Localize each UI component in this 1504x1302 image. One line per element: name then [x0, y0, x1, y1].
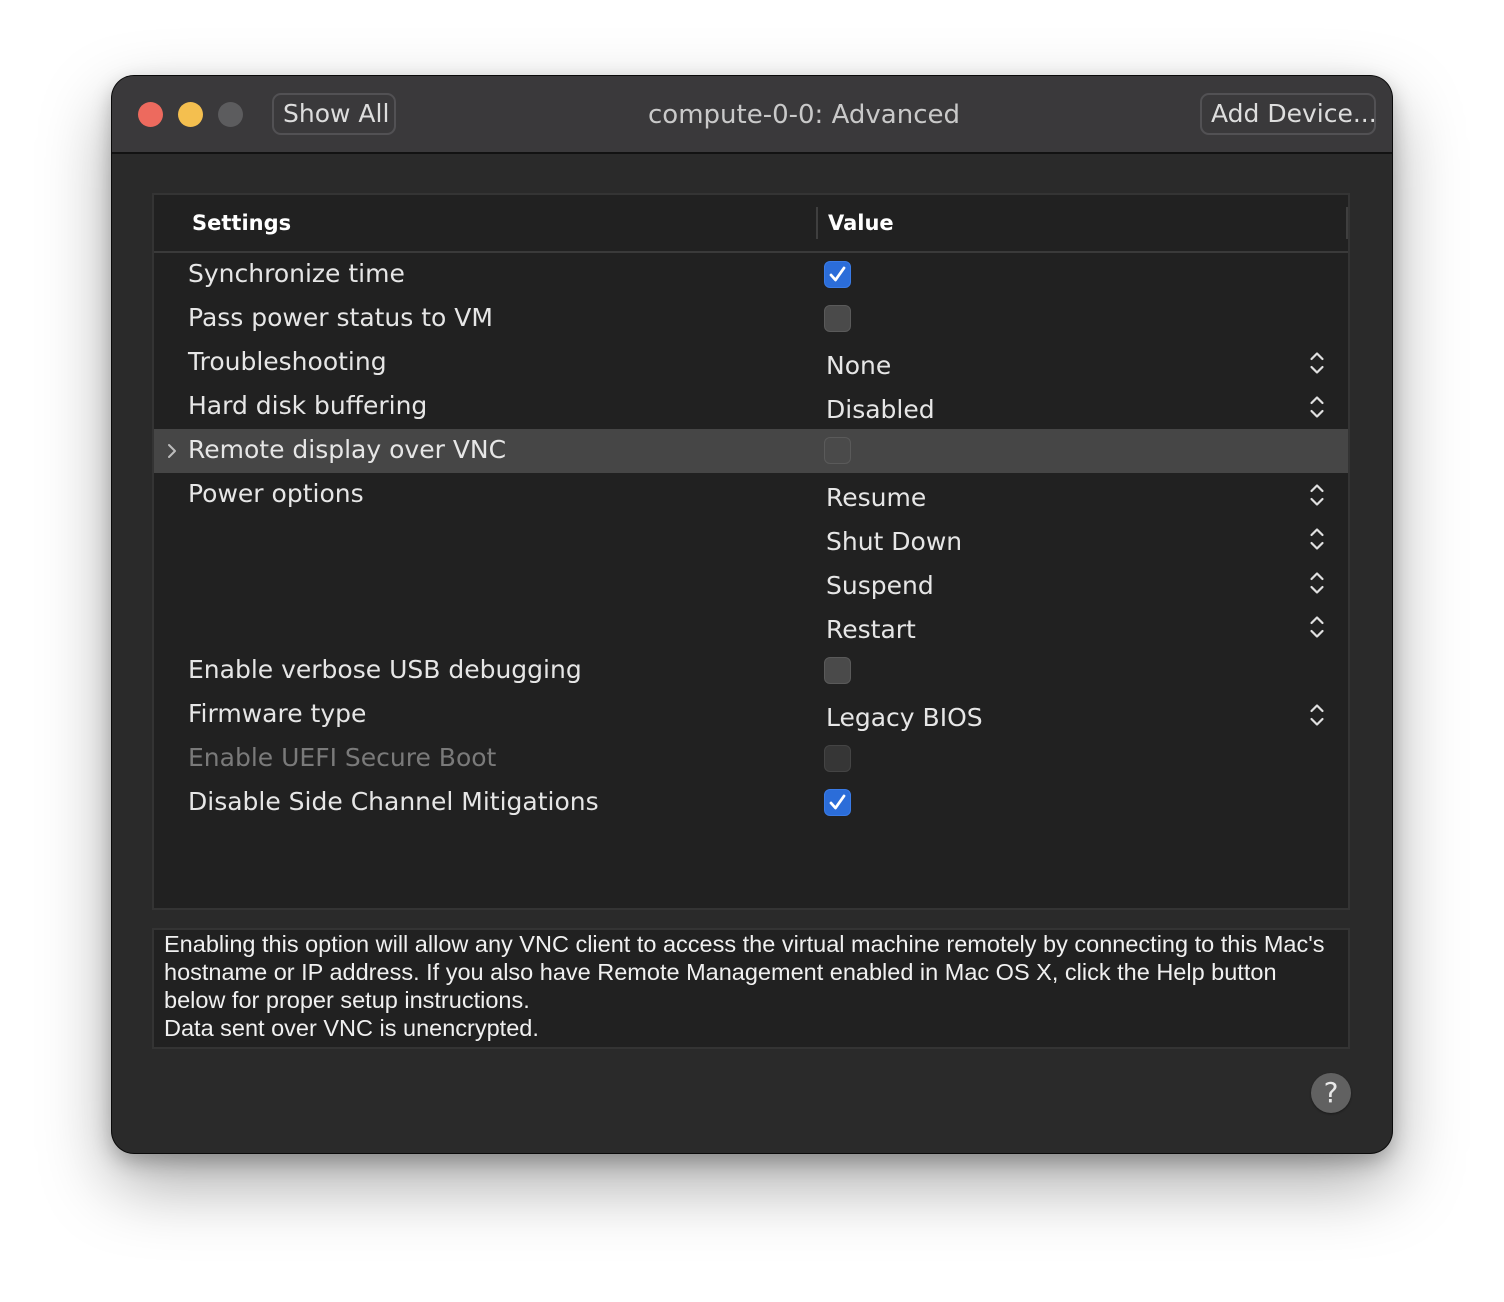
popup-button-value[interactable]: Legacy BIOS: [826, 703, 983, 733]
table-header: Settings Value: [154, 195, 1348, 253]
setting-checkbox[interactable]: [824, 305, 851, 332]
title-bar: Show All compute-0-0: Advanced Add Devic…: [112, 76, 1392, 154]
popup-button-value[interactable]: Suspend: [826, 571, 934, 601]
description-warning: Data sent over VNC is unencrypted.: [164, 1015, 539, 1041]
setting-label: Synchronize time: [188, 259, 405, 288]
preferences-window: Show All compute-0-0: Advanced Add Devic…: [112, 76, 1392, 1153]
setting-checkbox[interactable]: [824, 261, 851, 288]
chevron-right-icon[interactable]: [164, 437, 180, 465]
popup-button-value[interactable]: Shut Down: [826, 527, 962, 557]
table-row[interactable]: Enable verbose USB debugging: [154, 649, 1348, 693]
up-down-chevron-icon[interactable]: [1308, 569, 1326, 597]
up-down-chevron-icon[interactable]: [1308, 613, 1326, 641]
minimize-button[interactable]: [178, 102, 203, 127]
table-row[interactable]: Remote display over VNC: [154, 429, 1348, 473]
column-header-settings[interactable]: Settings: [192, 209, 291, 237]
up-down-chevron-icon[interactable]: [1308, 349, 1326, 377]
checkmark-icon: [829, 266, 846, 282]
up-down-chevron-icon[interactable]: [1308, 481, 1326, 509]
popup-button-value[interactable]: Resume: [826, 483, 926, 513]
setting-checkbox[interactable]: [824, 437, 851, 464]
up-down-chevron-icon[interactable]: [1308, 525, 1326, 553]
settings-table: Settings Value Synchronize time Pass powe…: [152, 193, 1350, 910]
setting-label: Firmware type: [188, 699, 367, 728]
table-row[interactable]: Firmware type Legacy BIOS: [154, 693, 1348, 737]
setting-checkbox: [824, 745, 851, 772]
setting-label: Hard disk buffering: [188, 391, 428, 420]
column-divider[interactable]: [816, 207, 818, 239]
setting-label: Pass power status to VM: [188, 303, 493, 332]
setting-label: Enable verbose USB debugging: [188, 655, 582, 684]
table-row[interactable]: Pass power status to VM: [154, 297, 1348, 341]
setting-checkbox[interactable]: [824, 789, 851, 816]
setting-label: Disable Side Channel Mitigations: [188, 787, 599, 816]
table-row[interactable]: Restart: [154, 605, 1348, 649]
setting-checkbox[interactable]: [824, 657, 851, 684]
description-text: Enabling this option will allow any VNC …: [164, 931, 1325, 1013]
popup-button-value[interactable]: Restart: [826, 615, 916, 645]
setting-label: Power options: [188, 479, 364, 508]
popup-button-value[interactable]: Disabled: [826, 395, 935, 425]
setting-label: Enable UEFI Secure Boot: [188, 743, 497, 772]
column-header-value[interactable]: Value: [828, 209, 894, 237]
up-down-chevron-icon[interactable]: [1308, 393, 1326, 421]
popup-button-value[interactable]: None: [826, 351, 891, 381]
table-row[interactable]: Shut Down: [154, 517, 1348, 561]
table-row[interactable]: Disable Side Channel Mitigations: [154, 781, 1348, 825]
setting-label: Remote display over VNC: [188, 435, 507, 464]
show-all-button[interactable]: Show All: [272, 93, 396, 135]
window-title: compute-0-0: Advanced: [648, 100, 960, 130]
table-row[interactable]: Synchronize time: [154, 253, 1348, 297]
table-row[interactable]: Suspend: [154, 561, 1348, 605]
zoom-button[interactable]: [218, 102, 243, 127]
up-down-chevron-icon[interactable]: [1308, 701, 1326, 729]
close-button[interactable]: [138, 102, 163, 127]
table-row[interactable]: Troubleshooting None: [154, 341, 1348, 385]
column-divider: [1346, 207, 1348, 239]
table-row[interactable]: Power options Resume: [154, 473, 1348, 517]
checkmark-icon: [829, 794, 846, 810]
table-row[interactable]: Enable UEFI Secure Boot: [154, 737, 1348, 781]
description-panel: Enabling this option will allow any VNC …: [152, 928, 1350, 1049]
setting-label: Troubleshooting: [188, 347, 387, 376]
add-device-button[interactable]: Add Device...: [1200, 93, 1377, 135]
help-button[interactable]: ?: [1311, 1073, 1351, 1113]
table-row[interactable]: Hard disk buffering Disabled: [154, 385, 1348, 429]
